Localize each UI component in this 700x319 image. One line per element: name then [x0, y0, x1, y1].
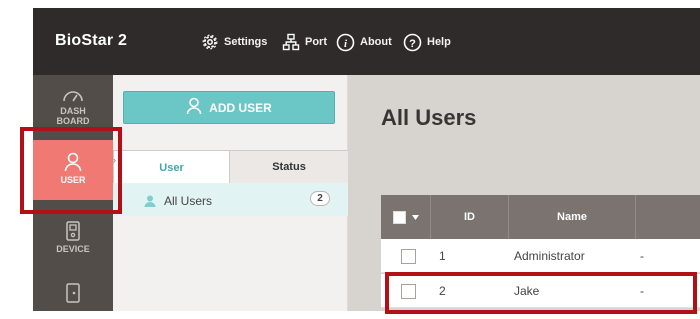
top-bar: BioStar 2 Settings Port i About ? Help — [33, 8, 700, 75]
device-icon — [65, 221, 81, 244]
select-all-control[interactable] — [381, 195, 431, 239]
port-label: Port — [305, 36, 327, 48]
gear-icon — [201, 33, 219, 51]
user-extra-cell: - — [640, 284, 644, 298]
user-panel: ADD USER User Status All Users 2 — [113, 75, 348, 311]
column-header-id[interactable]: ID — [431, 195, 509, 239]
nav-user-label: USER — [60, 175, 86, 185]
table-row[interactable]: 2 Jake - — [381, 274, 700, 308]
info-icon: i — [336, 33, 355, 52]
user-icon — [64, 152, 82, 175]
user-id-cell: 2 — [439, 284, 446, 298]
collapse-handle-icon[interactable]: › — [113, 155, 116, 165]
settings-label: Settings — [224, 36, 268, 48]
panel-tabs: User Status — [113, 150, 348, 184]
about-label: About — [360, 36, 392, 48]
tab-user[interactable]: User — [113, 150, 230, 184]
svg-text:i: i — [344, 38, 348, 50]
all-users-label: All Users — [164, 194, 213, 208]
user-name-cell: Jake — [514, 284, 540, 298]
app-logo: BioStar 2 — [55, 32, 128, 49]
nav-dashboard[interactable]: DASH BOARD — [33, 89, 113, 139]
all-users-group[interactable]: All Users 2 — [113, 183, 348, 216]
user-count-badge: 2 — [310, 191, 330, 206]
port-menu[interactable]: Port — [282, 32, 327, 52]
user-extra-cell: - — [640, 249, 644, 263]
table-row[interactable]: 1 Administrator - — [381, 239, 700, 273]
help-label: Help — [427, 36, 451, 48]
speedometer-icon — [62, 89, 84, 106]
help-menu[interactable]: ? Help — [403, 32, 451, 52]
nav-user[interactable]: USER — [33, 140, 113, 200]
about-menu[interactable]: i About — [336, 32, 392, 52]
door-icon — [65, 283, 81, 306]
column-header-name[interactable]: Name — [509, 195, 636, 239]
user-id-cell: 1 — [439, 249, 446, 263]
chevron-down-icon[interactable] — [411, 211, 419, 223]
add-user-label: ADD USER — [209, 100, 272, 115]
row-checkbox[interactable] — [401, 283, 416, 299]
side-nav: DASH BOARD USER DEVICE — [33, 75, 113, 311]
nav-dashboard-label: DASH BOARD — [56, 106, 90, 126]
tab-status[interactable]: Status — [230, 150, 348, 183]
add-user-icon — [186, 97, 202, 118]
app-window: BioStar 2 Settings Port i About ? Help D… — [33, 8, 700, 311]
nav-device-label: DEVICE — [56, 244, 90, 254]
svg-text:?: ? — [409, 38, 416, 50]
nav-device[interactable]: DEVICE — [33, 221, 113, 265]
table-header: ID Name — [381, 195, 700, 239]
settings-menu[interactable]: Settings — [201, 32, 267, 52]
row-checkbox[interactable] — [401, 248, 416, 264]
help-icon: ? — [403, 33, 422, 52]
main-content: All Users ID Name 1 Administrator - 2 Ja… — [348, 75, 700, 311]
user-name-cell: Administrator — [514, 249, 585, 263]
nav-door[interactable] — [33, 283, 113, 311]
user-group-icon — [144, 194, 156, 212]
select-all-checkbox[interactable] — [392, 210, 406, 224]
add-user-button[interactable]: ADD USER — [123, 91, 335, 124]
column-header-extra — [636, 195, 700, 239]
page-title: All Users — [381, 105, 477, 130]
network-icon — [282, 33, 300, 51]
